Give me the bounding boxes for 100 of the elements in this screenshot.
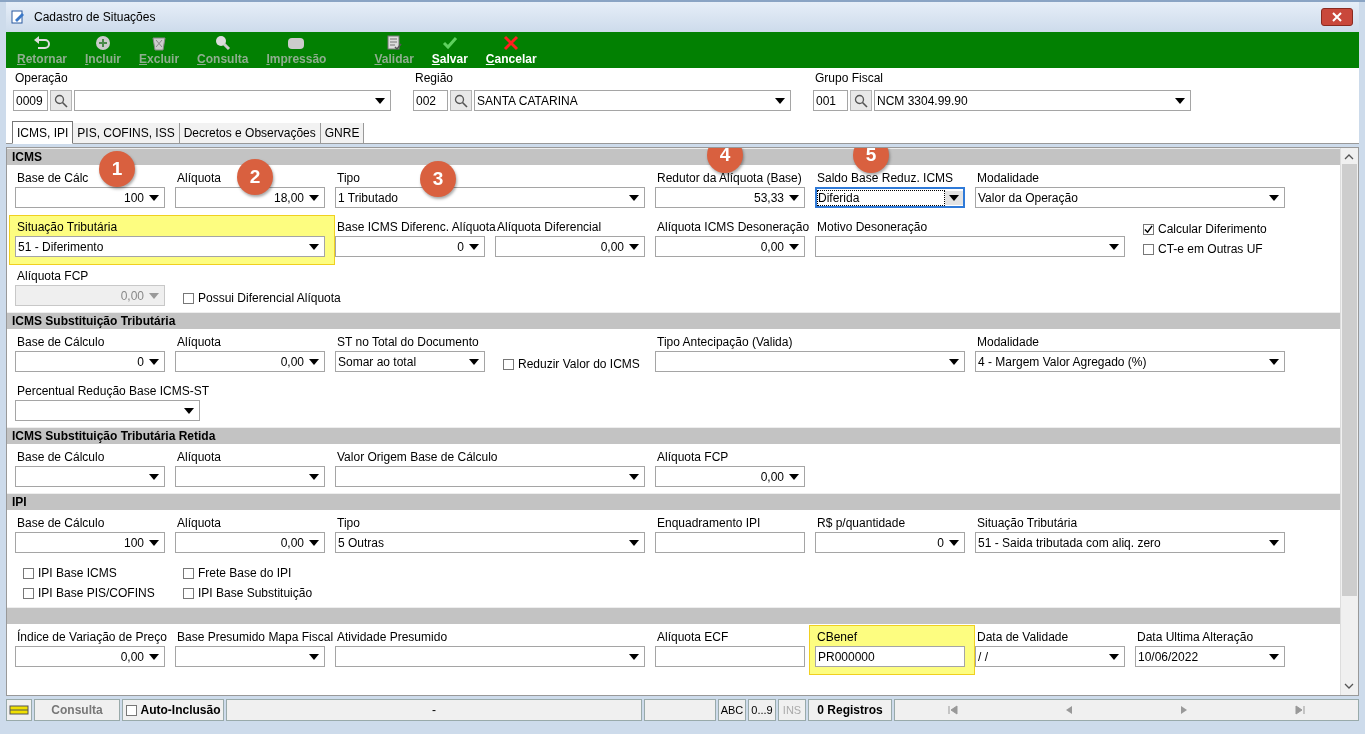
caret-down-icon xyxy=(789,243,799,250)
dropdown[interactable] xyxy=(655,351,965,372)
dropdown[interactable] xyxy=(815,236,1125,257)
callout-badge: 5 xyxy=(853,148,889,173)
checkbox[interactable]: Possui Diferencial Alíquota xyxy=(183,290,485,306)
caret-down-icon xyxy=(309,358,319,365)
section-header: IPI xyxy=(7,493,1340,510)
dropdown[interactable]: 0,00 xyxy=(175,532,325,553)
text-field[interactable] xyxy=(655,532,805,553)
field-label: Operação xyxy=(14,71,68,87)
search-button[interactable] xyxy=(50,90,72,111)
tab[interactable]: Decretos e Observações xyxy=(179,123,321,143)
field-label: Situação Tributária xyxy=(16,220,118,236)
field-label: Alíquota FCP xyxy=(656,450,729,466)
checkbox[interactable]: Frete Base do IPI xyxy=(183,565,325,581)
caret-down-icon xyxy=(309,194,319,201)
close-icon xyxy=(1332,12,1342,22)
dropdown[interactable]: NCM 3304.99.90 xyxy=(874,90,1191,111)
status-indicator: 0...9 xyxy=(748,699,776,721)
toolbar-button[interactable]: Salvar xyxy=(422,32,477,68)
caret-down-icon xyxy=(309,539,319,546)
search-button[interactable] xyxy=(850,90,872,111)
dropdown[interactable]: 0,00 xyxy=(175,351,325,372)
search-icon xyxy=(854,93,868,108)
dropdown[interactable]: 18,00 xyxy=(175,187,325,208)
dropdown[interactable]: 100 xyxy=(15,187,165,208)
dropdown[interactable]: 5 Outras xyxy=(335,532,645,553)
dropdown[interactable]: 100 xyxy=(15,532,165,553)
field-label: Atividade Presumido xyxy=(336,630,448,646)
checkbox[interactable]: IPI Base PIS/COFINS xyxy=(23,585,165,601)
scroll-up-icon xyxy=(1344,154,1354,160)
status-button[interactable] xyxy=(6,699,32,721)
field-label: Base Presumido Mapa Fiscal xyxy=(176,630,334,646)
cross-icon xyxy=(503,34,520,51)
code-field[interactable]: 002 xyxy=(413,90,448,111)
dropdown[interactable]: Somar ao total xyxy=(335,351,485,372)
checkbox[interactable]: IPI Base Substituição xyxy=(183,585,325,601)
field-label: Base ICMS Diferenc. Alíquota xyxy=(336,220,496,236)
scroll-down-icon xyxy=(1344,683,1354,689)
caret-down-icon xyxy=(1269,653,1279,660)
dropdown[interactable]: 51 - Saida tributada com aliq. zero xyxy=(975,532,1285,553)
toolbar-button[interactable]: Cancelar xyxy=(476,32,546,68)
dropdown[interactable]: / / xyxy=(975,646,1125,667)
dropdown[interactable]: 0,00 xyxy=(495,236,645,257)
field-label: Modalidade xyxy=(976,171,1040,187)
dropdown[interactable]: 0,00 xyxy=(655,236,805,257)
scrollbar[interactable] xyxy=(1340,148,1358,695)
dropdown[interactable]: 4 - Margem Valor Agregado (%) xyxy=(975,351,1285,372)
caret-down-icon xyxy=(629,243,639,250)
tab[interactable]: PIS, COFINS, ISS xyxy=(73,123,180,143)
dropdown[interactable] xyxy=(175,646,325,667)
field-label: Alíquota xyxy=(176,171,222,187)
checkbox[interactable]: Calcular Diferimento xyxy=(1143,221,1285,237)
skip-forward-icon xyxy=(1295,705,1306,715)
search-icon xyxy=(454,93,468,108)
field-label: Base de Cálculo xyxy=(16,516,105,532)
text-field[interactable] xyxy=(655,646,805,667)
field-label: Base de Cálculo xyxy=(16,335,105,351)
code-field[interactable]: 001 xyxy=(813,90,848,111)
section-header: ICMS Substituição Tributária Retida xyxy=(7,427,1340,444)
dropdown[interactable] xyxy=(335,646,645,667)
dropdown[interactable]: 10/06/2022 xyxy=(1135,646,1285,667)
dropdown[interactable]: Valor da Operação xyxy=(975,187,1285,208)
dropdown[interactable]: 1 Tributado xyxy=(335,187,645,208)
text-field[interactable]: PR000000 xyxy=(815,646,965,667)
caret-down-icon xyxy=(629,473,639,480)
field-label: Alíquota xyxy=(176,516,222,532)
caret-down-icon xyxy=(1269,539,1279,546)
dropdown[interactable]: 0 xyxy=(815,532,965,553)
dropdown[interactable]: 0,00 xyxy=(15,646,165,667)
caret-down-icon xyxy=(149,292,159,299)
auto-inclusion-checkbox[interactable]: Auto-Inclusão xyxy=(122,699,224,721)
dropdown[interactable]: 53,33 xyxy=(655,187,805,208)
search-button[interactable] xyxy=(450,90,472,111)
checkbox[interactable]: Reduzir Valor do ICMS xyxy=(503,356,645,372)
dropdown[interactable] xyxy=(175,466,325,487)
dropdown[interactable]: 0 xyxy=(15,351,165,372)
form-icon xyxy=(10,9,26,25)
dropdown[interactable]: SANTA CATARINA xyxy=(474,90,791,111)
return-arrow-icon xyxy=(33,34,51,51)
code-field[interactable]: 0009 xyxy=(13,90,48,111)
tab[interactable]: GNRE xyxy=(320,123,365,143)
dropdown[interactable]: Diferida xyxy=(815,187,965,208)
field-label: Grupo Fiscal xyxy=(814,71,884,87)
checkbox[interactable]: IPI Base ICMS xyxy=(23,565,165,581)
close-button[interactable] xyxy=(1321,8,1353,26)
skip-back-icon xyxy=(947,705,958,715)
dropdown[interactable]: 0,00 xyxy=(655,466,805,487)
dropdown[interactable] xyxy=(15,466,165,487)
field-label: Motivo Desoneração xyxy=(816,220,928,236)
dropdown[interactable] xyxy=(335,466,645,487)
dropdown[interactable] xyxy=(15,400,200,421)
field-label: Base de Cálculo xyxy=(16,450,105,466)
field-label: Índice de Variação de Preço xyxy=(16,630,167,646)
checkmark-icon xyxy=(441,34,458,51)
tab[interactable]: ICMS, IPI xyxy=(12,121,74,144)
dropdown[interactable]: 0 xyxy=(335,236,485,257)
caret-down-icon xyxy=(1109,653,1119,660)
checkbox[interactable]: CT-e em Outras UF xyxy=(1143,241,1285,257)
dropdown[interactable]: 51 - Diferimento xyxy=(15,236,325,257)
